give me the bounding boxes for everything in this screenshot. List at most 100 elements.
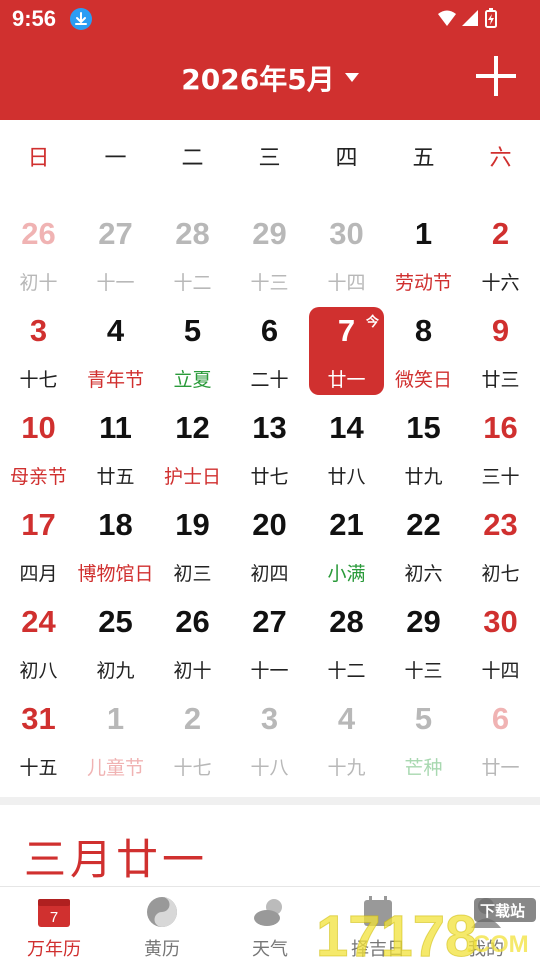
weekday-label: 四 — [335, 146, 358, 171]
lunar-label: 廿八 — [327, 466, 366, 488]
status-bar: 9:56 — [0, 0, 540, 38]
calendar-day[interactable]: 29 十三 — [385, 598, 462, 694]
day-number: 14 — [329, 410, 364, 445]
calendar-day[interactable]: 23 初七 — [462, 501, 539, 597]
calendar-day[interactable]: 10 母亲节 — [0, 404, 77, 500]
calendar-day[interactable]: 30 十四 — [462, 598, 539, 694]
calendar-day[interactable]: 18 博物馆日 — [77, 501, 154, 597]
svg-text:.COM: .COM — [466, 931, 529, 958]
day-number: 28 — [175, 216, 210, 251]
calendar-day[interactable]: 30 十四 — [308, 210, 385, 306]
status-time: 9:56 — [12, 6, 57, 31]
calendar-day[interactable]: 5 芒种 — [385, 695, 462, 776]
day-number: 30 — [483, 604, 518, 639]
lunar-label: 十七 — [173, 757, 212, 776]
calendar-day[interactable]: 2 十六 — [462, 210, 539, 306]
day-number: 6 — [491, 701, 510, 736]
calendar-day[interactable]: 29 十三 — [231, 210, 308, 306]
day-number: 21 — [329, 507, 364, 542]
lunar-label: 十四 — [481, 660, 520, 682]
day-number: 27 — [98, 216, 133, 251]
calendar-day[interactable]: 21 小满 — [308, 501, 385, 597]
day-number: 25 — [98, 604, 133, 639]
lunar-label: 初七 — [481, 563, 520, 585]
calendar-day[interactable]: 28 十二 — [308, 598, 385, 694]
day-number: 24 — [21, 604, 56, 639]
day-number: 27 — [252, 604, 287, 639]
calendar-day[interactable]: 6 二十 — [231, 307, 308, 403]
day-number: 4 — [337, 701, 356, 736]
month-selector[interactable]: 2026年5月 — [0, 58, 540, 98]
day-number: 18 — [98, 507, 133, 542]
day-number: 2 — [491, 216, 510, 251]
calendar-day-today[interactable]: 今 7 廿一 — [308, 307, 385, 403]
calendar-day[interactable]: 4 十九 — [308, 695, 385, 776]
tab-yin-yang[interactable]: 黄历 — [108, 887, 216, 960]
calendar-day[interactable]: 25 初九 — [77, 598, 154, 694]
day-number: 15 — [406, 410, 441, 445]
lunar-label: 微笑日 — [394, 369, 452, 391]
lunar-label: 廿三 — [481, 369, 520, 391]
calendar-day[interactable]: 4 青年节 — [77, 307, 154, 403]
day-number: 29 — [252, 216, 287, 251]
day-number: 28 — [329, 604, 364, 639]
add-event-button[interactable] — [476, 56, 516, 96]
day-number: 9 — [491, 313, 510, 348]
calendar-day[interactable]: 14 廿八 — [308, 404, 385, 500]
day-number: 6 — [260, 313, 279, 348]
calendar-day[interactable]: 27 十一 — [231, 598, 308, 694]
lunar-label: 初三 — [173, 563, 212, 585]
lunar-label: 青年节 — [86, 369, 144, 391]
lunar-label: 小满 — [327, 563, 366, 585]
lunar-label: 十三 — [404, 660, 443, 682]
calendar-day[interactable]: 15 廿九 — [385, 404, 462, 500]
tab-calendar[interactable]: 7 万年历 — [0, 887, 108, 960]
lunar-label: 儿童节 — [86, 757, 144, 776]
calendar-day[interactable]: 9 廿三 — [462, 307, 539, 403]
calendar-day[interactable]: 13 廿七 — [231, 404, 308, 500]
calendar-day[interactable]: 11 廿五 — [77, 404, 154, 500]
calendar-day[interactable]: 31 十五 — [0, 695, 77, 776]
calendar-icon: 7 — [36, 895, 72, 929]
weekday-header: 日一二三四五六 — [0, 140, 540, 180]
status-icons — [436, 8, 500, 30]
day-number: 1 — [106, 701, 125, 736]
lunar-label: 十六 — [481, 272, 520, 294]
lunar-label: 廿五 — [96, 466, 135, 488]
lunar-label: 十九 — [327, 757, 366, 776]
calendar-day[interactable]: 20 初四 — [231, 501, 308, 597]
app-bar: 2026年5月 — [0, 38, 540, 120]
day-number: 17 — [21, 507, 56, 542]
calendar-day[interactable]: 8 微笑日 — [385, 307, 462, 403]
calendar-day[interactable]: 1 儿童节 — [77, 695, 154, 776]
tab-label: 黄历 — [144, 939, 180, 960]
calendar-day[interactable]: 16 三十 — [462, 404, 539, 500]
calendar-day[interactable]: 22 初六 — [385, 501, 462, 597]
calendar-day[interactable]: 17 四月 — [0, 501, 77, 597]
calendar-day[interactable]: 28 十二 — [154, 210, 231, 306]
calendar-day[interactable]: 2 十七 — [154, 695, 231, 776]
svg-text:17178: 17178 — [316, 904, 477, 960]
calendar-day[interactable]: 6 廿一 — [462, 695, 539, 776]
calendar-day[interactable]: 5 立夏 — [154, 307, 231, 403]
lunar-label: 博物馆日 — [77, 563, 154, 585]
calendar-day[interactable]: 3 十七 — [0, 307, 77, 403]
calendar-day[interactable]: 1 劳动节 — [385, 210, 462, 306]
calendar-day[interactable]: 26 初十 — [0, 210, 77, 306]
lunar-label: 初四 — [250, 563, 289, 585]
calendar-day[interactable]: 24 初八 — [0, 598, 77, 694]
day-number: 13 — [252, 410, 287, 445]
lunar-label: 劳动节 — [394, 272, 452, 294]
day-number: 16 — [483, 410, 518, 445]
day-number: 3 — [260, 701, 279, 736]
lunar-label: 廿九 — [404, 466, 443, 488]
calendar-day[interactable]: 19 初三 — [154, 501, 231, 597]
weather-icon — [252, 895, 288, 929]
calendar-day[interactable]: 12 护士日 — [154, 404, 231, 500]
signal-icon — [462, 10, 478, 26]
calendar-day[interactable]: 26 初十 — [154, 598, 231, 694]
lunar-label: 立夏 — [173, 369, 212, 391]
calendar-day[interactable]: 27 十一 — [77, 210, 154, 306]
calendar-day[interactable]: 3 十八 — [231, 695, 308, 776]
tab-weather[interactable]: 天气 — [216, 887, 324, 960]
